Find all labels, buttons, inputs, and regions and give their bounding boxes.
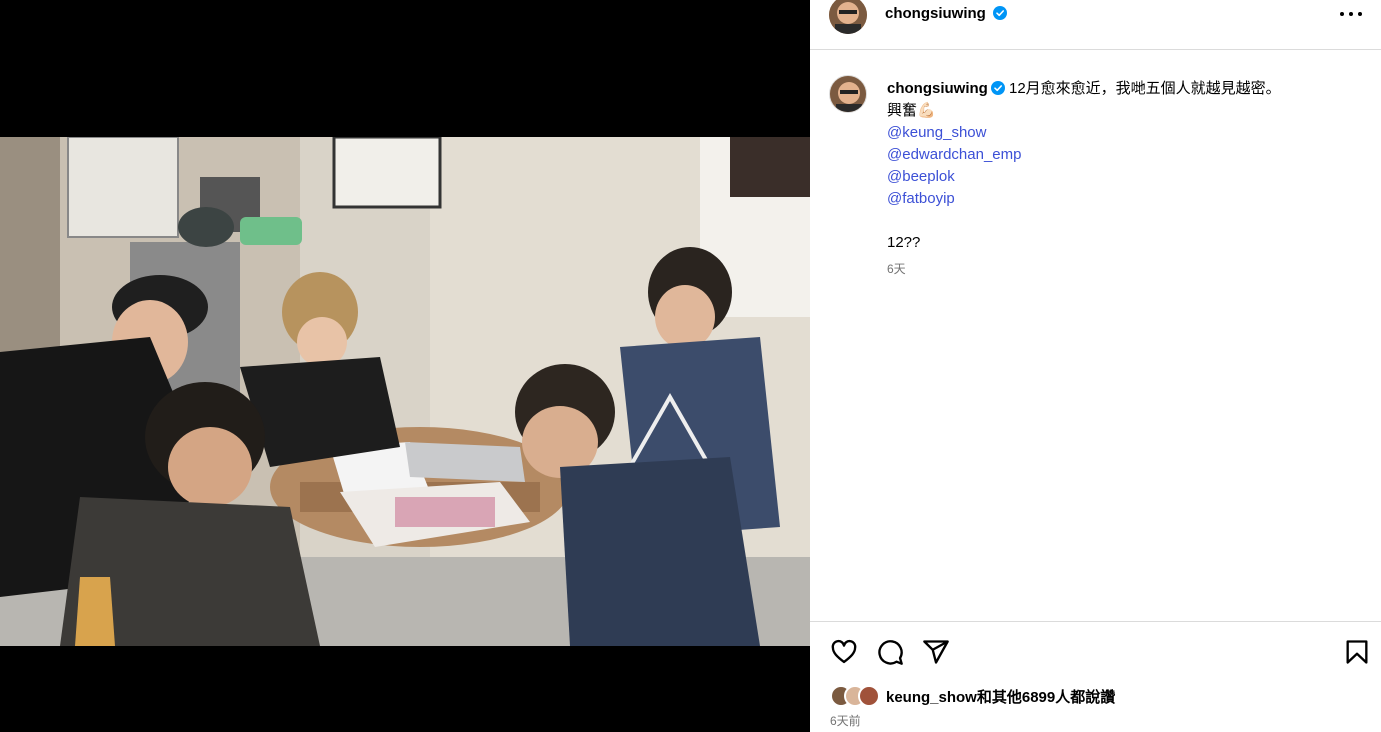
verified-badge-icon [990, 81, 1005, 95]
mention-link[interactable]: @edwardchan_emp [887, 144, 1357, 166]
verified-badge-icon [993, 6, 1007, 20]
caption-timestamp: 6天 [887, 262, 906, 276]
caption-line-2: 興奮💪🏻 [887, 102, 936, 119]
more-options-button[interactable] [1339, 4, 1363, 24]
caption-author-avatar[interactable] [829, 75, 867, 113]
likes-others[interactable]: 和其他6899人都說讚 [977, 689, 1115, 706]
caption-line-end: 12?? [887, 234, 921, 251]
caption-first-line: chongsiuwing 12月愈來愈近，我哋五個人就越見越密。 [887, 78, 1357, 100]
caption-line-1: 12月愈來愈近，我哋五個人就越見越密。 [1009, 80, 1281, 97]
caption-text: chongsiuwing 12月愈來愈近，我哋五個人就越見越密。 興奮💪🏻 @k… [887, 78, 1357, 280]
post-photo-image [0, 137, 810, 646]
avatar-image [830, 76, 866, 112]
header-username[interactable]: chongsiuwing [885, 5, 1007, 22]
more-horizontal-icon [1340, 12, 1344, 16]
more-horizontal-icon-dot [1349, 12, 1353, 16]
post-timestamp: 6天前 [830, 714, 861, 728]
likes-text: keung_show和其他6899人都說讚 [886, 686, 1115, 707]
more-horizontal-icon-dot [1358, 12, 1362, 16]
post-photo[interactable] [0, 137, 810, 646]
post-header: chongsiuwing [810, 0, 1381, 50]
comment-icon [878, 640, 903, 665]
mention-link[interactable]: @keung_show [887, 122, 1357, 144]
send-icon [923, 640, 949, 664]
header-username-text[interactable]: chongsiuwing [885, 5, 986, 22]
caption-area: chongsiuwing 12月愈來愈近，我哋五個人就越見越密。 興奮💪🏻 @k… [810, 50, 1381, 620]
heart-icon [831, 639, 857, 664]
like-button[interactable] [830, 638, 858, 666]
caption-username[interactable]: chongsiuwing [887, 80, 988, 97]
liker-avatar [858, 685, 880, 707]
likes-summary[interactable]: keung_show和其他6899人都說讚 [830, 684, 1115, 708]
mention-link[interactable]: @beeplok [887, 166, 1357, 188]
avatar-image [829, 0, 867, 34]
post-side-panel: chongsiuwing chongsiuwing 12月愈來愈近，我哋五個人就… [810, 0, 1381, 732]
bookmark-icon [1346, 640, 1368, 664]
post-actions-bar: keung_show和其他6899人都說讚 6天前 [810, 621, 1381, 732]
author-avatar[interactable] [829, 0, 867, 34]
post-media-panel [0, 0, 810, 732]
comment-button[interactable] [876, 638, 904, 666]
save-button[interactable] [1343, 638, 1371, 666]
mention-link[interactable]: @fatboyip [887, 188, 1357, 210]
likes-user[interactable]: keung_show [886, 689, 977, 706]
share-button[interactable] [922, 638, 950, 666]
